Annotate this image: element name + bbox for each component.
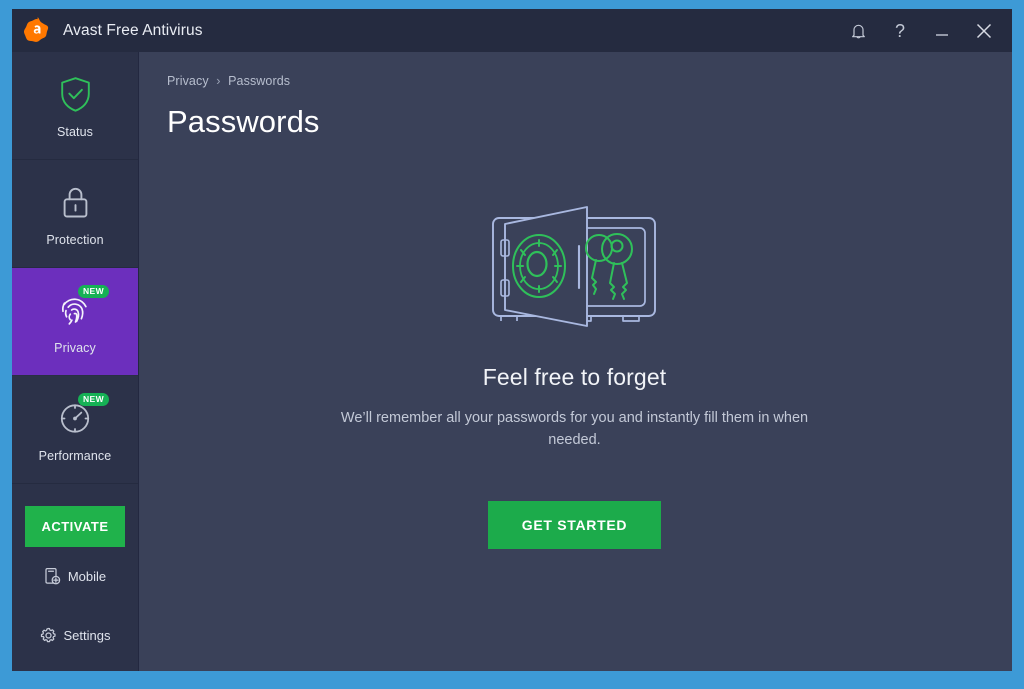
application-window: Avast Free Antivirus ? Status Protection…: [12, 9, 1012, 671]
hero-section: Feel free to forget We’ll remember all y…: [167, 140, 982, 671]
sidebar-bottom-section: ACTIVATE Mobile Settings: [12, 492, 138, 671]
speedometer-icon: NEW: [52, 393, 109, 440]
hero-description: We’ll remember all your passwords for yo…: [340, 410, 809, 448]
status-badge-new: NEW: [77, 285, 109, 298]
content-panel: Privacy › Passwords Passwords Feel free …: [139, 52, 1012, 671]
gear-icon: [40, 627, 57, 644]
sidebar-item-privacy[interactable]: NEW Privacy: [12, 268, 138, 376]
sidebar-item-mobile[interactable]: Mobile: [12, 547, 138, 606]
window-controls: ?: [838, 11, 1004, 51]
close-icon[interactable]: [964, 11, 1004, 51]
shield-check-icon: [52, 72, 98, 116]
breadcrumb: Privacy › Passwords: [167, 74, 982, 88]
sidebar-navigation: Status Protection NEW Privacy NEW Perfor…: [12, 52, 139, 671]
sidebar-item-label: Protection: [46, 233, 104, 247]
mobile-phone-add-icon: [44, 567, 61, 586]
breadcrumb-current: Passwords: [228, 74, 291, 88]
application-body: Status Protection NEW Privacy NEW Perfor…: [12, 52, 1012, 671]
breadcrumb-separator: ›: [216, 74, 221, 88]
sidebar-item-label: Status: [56, 125, 94, 139]
sidebar-item-label: Privacy: [54, 341, 96, 355]
help-question-icon[interactable]: ?: [880, 11, 920, 51]
desktop-backdrop: Avast Free Antivirus ? Status Protection…: [0, 0, 1024, 689]
svg-text:?: ?: [895, 21, 905, 41]
page-title: Passwords: [167, 104, 320, 139]
breadcrumb-parent[interactable]: Privacy: [167, 74, 209, 88]
sidebar-item-label: Performance: [38, 449, 112, 463]
sidebar-item-status[interactable]: Status: [12, 52, 138, 160]
get-started-button[interactable]: GET STARTED: [487, 501, 662, 549]
padlock-icon: [52, 180, 98, 224]
title-bar: Avast Free Antivirus ?: [12, 9, 1012, 52]
minimize-icon[interactable]: [922, 11, 962, 51]
sidebar-item-label: Mobile: [67, 569, 107, 584]
sidebar-item-label: Settings: [63, 628, 111, 643]
activate-button-wrap: ACTIVATE: [12, 492, 138, 547]
app-brand: Avast Free Antivirus: [22, 16, 203, 46]
open-safe-with-keys-icon: [475, 202, 675, 340]
sidebar-item-protection[interactable]: Protection: [12, 160, 138, 268]
hero-heading: Feel free to forget: [482, 364, 667, 390]
activate-button[interactable]: ACTIVATE: [25, 506, 125, 547]
sidebar-item-settings[interactable]: Settings: [12, 606, 138, 665]
notifications-bell-icon[interactable]: [838, 11, 878, 51]
app-title: Avast Free Antivirus: [63, 21, 203, 39]
avast-logo-icon: [22, 16, 52, 46]
status-badge-new: NEW: [77, 393, 109, 406]
fingerprint-icon: NEW: [52, 285, 109, 332]
sidebar-item-performance[interactable]: NEW Performance: [12, 376, 138, 484]
